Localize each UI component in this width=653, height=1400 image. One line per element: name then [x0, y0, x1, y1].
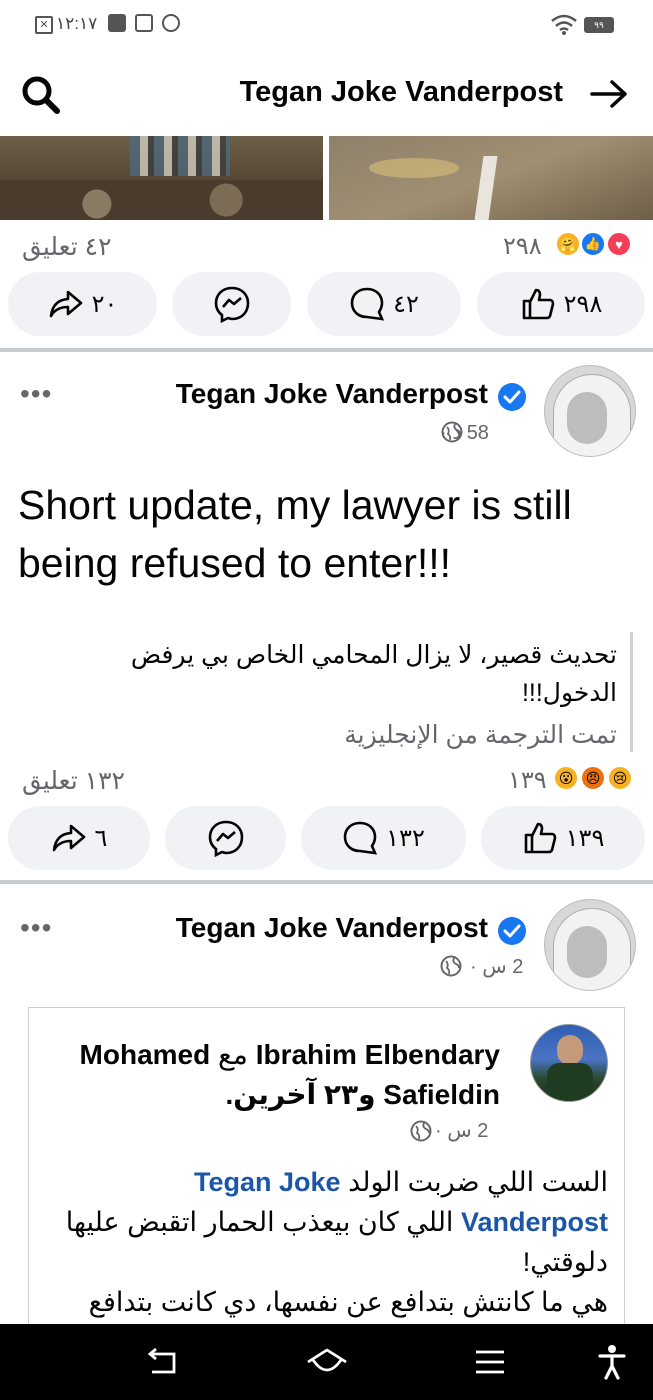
verified-badge-icon [498, 383, 526, 411]
app-header: Tegan Joke Vanderpost [0, 52, 653, 136]
shared-author-last[interactable]: Safieldin [383, 1079, 500, 1110]
wow-reaction-icon: 😮 [553, 765, 579, 791]
post2-counts: ١٣٢ تعليق ١٣٩ 😮 😠 😢 [0, 760, 653, 800]
post-divider [0, 348, 653, 352]
love-reaction-icon: ♥ [606, 231, 632, 257]
shared-author-first[interactable]: Mohamed [80, 1039, 211, 1070]
wifi-icon [551, 14, 577, 35]
comment-count: ١٣٢ [386, 824, 425, 852]
post2-translated-from[interactable]: تمت الترجمة من الإنجليزية [57, 716, 617, 754]
share-button[interactable]: ٦ [8, 806, 150, 870]
avatar-person [557, 1035, 583, 1065]
sad-reaction-icon: 😢 [607, 765, 633, 791]
globe-icon [441, 421, 463, 443]
home-icon[interactable] [304, 1346, 350, 1378]
battery-icon: ٩٩ [584, 17, 614, 33]
share-icon [52, 824, 85, 852]
post-photo-right[interactable] [329, 136, 653, 220]
menu-icon[interactable] [474, 1348, 506, 1376]
search-icon[interactable] [20, 74, 62, 116]
like-count: ٢٩٨ [563, 290, 603, 318]
close-notification-icon: ✕ [35, 16, 53, 34]
share-count: ٦ [94, 824, 108, 852]
like-button[interactable]: ٢٩٨ [477, 272, 645, 336]
shared-author-line2: و٢٣ آخرين. Safieldin [225, 1078, 500, 1111]
like-reaction-icon: 👍 [580, 231, 606, 257]
back-icon[interactable] [146, 1346, 180, 1378]
comment-button[interactable]: ٤٢ [307, 272, 461, 336]
send-messenger-button[interactable] [172, 272, 291, 336]
post3-time-text: 2 س [482, 956, 524, 978]
care-reaction-icon: 🤗 [555, 231, 581, 257]
post1-comments-count[interactable]: ٤٢ تعليق [22, 232, 112, 262]
accessibility-icon[interactable] [598, 1344, 626, 1380]
shared-author-avatar[interactable] [530, 1024, 608, 1102]
clock-time: ١٢:١٧ [56, 14, 98, 33]
page-title: Tegan Joke Vanderpost [239, 76, 563, 108]
like-icon [522, 288, 554, 320]
like-button[interactable]: ١٣٩ [481, 806, 645, 870]
post3-author-name[interactable]: Tegan Joke Vanderpost [176, 912, 488, 944]
avatar-shirt [547, 1063, 593, 1101]
post2-text: Short update, my lawyer is still being r… [18, 482, 572, 586]
shared-time-text: 2 س [447, 1120, 489, 1142]
avatar-face [567, 926, 607, 978]
status-bar: ✕ ١٢:١٧ ٩٩ [0, 0, 653, 52]
comment-button[interactable]: ١٣٢ [301, 806, 466, 870]
shared-author-name2[interactable]: Ibrahim Elbendary [256, 1039, 500, 1070]
translation-rule [630, 632, 633, 752]
comment-icon [343, 821, 378, 855]
shared-post-card[interactable]: Mohamed مع Ibrahim Elbendary و٢٣ آخرين. … [28, 1007, 625, 1357]
post2-reactions-count[interactable]: ١٣٩ [508, 766, 547, 795]
arrow-right-icon[interactable] [588, 76, 630, 112]
verified-badge-icon [498, 917, 526, 945]
angry-reaction-icon: 😠 [580, 765, 606, 791]
post-divider [0, 880, 653, 884]
post2-comments-count[interactable]: ١٣٢ تعليق [22, 766, 125, 796]
chat-app-icon [162, 14, 180, 32]
shared-with-word: مع [218, 1039, 248, 1070]
avatar[interactable] [544, 899, 636, 991]
avatar-face [567, 392, 607, 444]
shared-others[interactable]: و٢٣ آخرين. [225, 1079, 375, 1110]
shared-author-line1: Mohamed مع Ibrahim Elbendary [80, 1038, 500, 1071]
share-icon [49, 290, 82, 318]
messenger-icon [214, 286, 249, 323]
globe-icon [440, 955, 462, 977]
send-messenger-button[interactable] [165, 806, 286, 870]
share-button[interactable]: ٢٠ [8, 272, 157, 336]
photo-rubble [0, 180, 323, 220]
shared-time: 2 س · [435, 1120, 489, 1142]
shared-text-part1: الست اللي ضربت الولد [348, 1167, 608, 1197]
like-count: ١٣٩ [565, 824, 605, 852]
post2-translation: تحديث قصير، لا يزال المحامي الخاص بي يرف… [130, 641, 617, 707]
photo-sunlight [369, 158, 459, 178]
play-store-icon [135, 14, 153, 32]
photo-road-line [474, 156, 498, 220]
more-dots-icon[interactable]: ••• [20, 912, 52, 944]
more-dots-icon[interactable]: ••• [20, 378, 52, 410]
messenger-icon [208, 820, 243, 857]
like-icon [524, 822, 556, 854]
comment-icon [350, 287, 385, 321]
share-count: ٢٠ [91, 290, 118, 318]
photo-people [130, 136, 230, 176]
globe-icon [410, 1120, 432, 1142]
avatar[interactable] [544, 365, 636, 457]
post1-counts: ٤٢ تعليق ٢٩٨ 🤗 👍 ♥ [0, 226, 653, 266]
system-nav-bar [0, 1324, 653, 1400]
battery-level: ٩٩ [594, 20, 604, 30]
message-icon [108, 14, 126, 32]
post-photo-left[interactable] [0, 136, 323, 220]
post1-reactions-count[interactable]: ٢٩٨ [503, 232, 542, 261]
comment-count: ٤٢ [393, 290, 419, 318]
post2-author-name[interactable]: Tegan Joke Vanderpost [176, 378, 488, 410]
post3-time: 2 س · [470, 956, 524, 978]
